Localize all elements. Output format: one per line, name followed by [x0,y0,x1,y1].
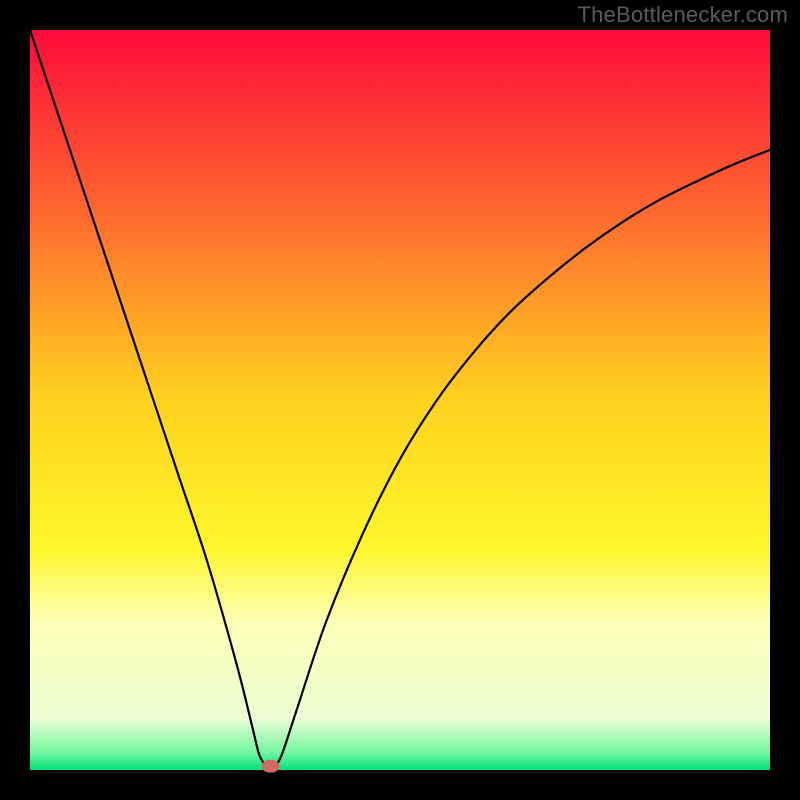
gradient-background [30,30,770,770]
bottleneck-chart [0,0,800,800]
chart-frame: TheBottlenecker.com [0,0,800,800]
optimum-marker [262,760,280,773]
